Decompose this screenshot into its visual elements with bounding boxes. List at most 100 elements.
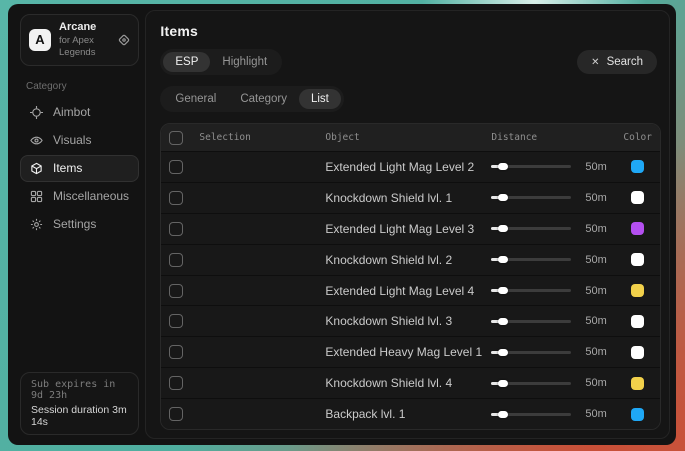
table-row: Extended Light Mag Level 2 50m	[161, 152, 660, 182]
column-header-color: Color	[623, 132, 652, 143]
distance-value: 50m	[585, 408, 623, 420]
diamond-pin-icon[interactable]	[118, 34, 130, 46]
row-checkbox[interactable]	[169, 160, 183, 174]
app-subtitle: for Apex Legends	[59, 35, 110, 59]
session-card: Sub expires in 9d 23h Session duration 3…	[20, 372, 139, 435]
tab-highlight[interactable]: Highlight	[210, 52, 279, 72]
row-checkbox[interactable]	[169, 314, 183, 328]
color-swatch[interactable]	[631, 377, 644, 390]
row-checkbox[interactable]	[169, 407, 183, 421]
crosshair-icon	[30, 106, 43, 119]
row-checkbox[interactable]	[169, 222, 183, 236]
slider-thumb[interactable]	[498, 380, 508, 387]
sidebar-item-label: Aimbot	[53, 105, 90, 119]
app-logo: A	[29, 29, 51, 51]
object-name: Knockdown Shield lvl. 4	[325, 376, 491, 390]
row-checkbox[interactable]	[169, 376, 183, 390]
logo-text: Arcane for Apex Legends	[59, 21, 110, 59]
distance-slider[interactable]	[491, 378, 571, 388]
distance-slider[interactable]	[491, 347, 571, 357]
toolbar: ESP Highlight ✕ Search	[160, 49, 661, 75]
sidebar-item-label: Miscellaneous	[53, 189, 129, 203]
distance-value: 50m	[585, 192, 623, 204]
distance-slider[interactable]	[491, 286, 571, 296]
view-tabs: General Category List	[160, 86, 344, 112]
sidebar: A Arcane for Apex Legends Category	[14, 10, 141, 439]
slider-thumb[interactable]	[498, 225, 508, 232]
sidebar-item-items[interactable]: Items	[20, 155, 139, 182]
distance-slider[interactable]	[491, 255, 571, 265]
slider-thumb[interactable]	[498, 411, 508, 418]
cube-icon	[30, 162, 43, 175]
color-swatch[interactable]	[631, 191, 644, 204]
sidebar-item-label: Visuals	[53, 133, 91, 147]
sidebar-item-aimbot[interactable]: Aimbot	[20, 99, 139, 126]
column-header-selection: Selection	[199, 132, 325, 143]
distance-value: 50m	[585, 161, 623, 173]
tab-general[interactable]: General	[163, 89, 228, 109]
table-row: Knockdown Shield lvl. 3 50m	[161, 305, 660, 336]
tab-category[interactable]: Category	[228, 89, 299, 109]
object-name: Extended Light Mag Level 2	[325, 160, 491, 174]
distance-value: 50m	[585, 377, 623, 389]
session-duration: Session duration 3m 14s	[31, 404, 128, 428]
sidebar-item-label: Settings	[53, 217, 96, 231]
gear-icon	[30, 218, 43, 231]
distance-value: 50m	[585, 254, 623, 266]
object-name: Backpack lvl. 1	[325, 407, 491, 421]
row-checkbox[interactable]	[169, 284, 183, 298]
object-name: Knockdown Shield lvl. 1	[325, 191, 491, 205]
color-swatch[interactable]	[631, 160, 644, 173]
distance-value: 50m	[585, 315, 623, 327]
distance-value: 50m	[585, 346, 623, 358]
sidebar-section-label: Category	[26, 81, 133, 92]
tab-esp[interactable]: ESP	[163, 52, 210, 72]
table-row: Knockdown Shield lvl. 4 50m	[161, 367, 660, 398]
distance-slider[interactable]	[491, 316, 571, 326]
color-swatch[interactable]	[631, 284, 644, 297]
table-row: Knockdown Shield lvl. 2 50m	[161, 244, 660, 275]
row-checkbox[interactable]	[169, 253, 183, 267]
distance-slider[interactable]	[491, 409, 571, 419]
object-name: Extended Heavy Mag Level 1	[325, 345, 491, 359]
color-swatch[interactable]	[631, 222, 644, 235]
table-row: Extended Light Mag Level 4 50m	[161, 275, 660, 306]
grid-icon	[30, 190, 43, 203]
slider-thumb[interactable]	[498, 256, 508, 263]
x-icon: ✕	[591, 57, 599, 68]
color-swatch[interactable]	[631, 315, 644, 328]
app-title: Arcane	[59, 21, 110, 35]
sidebar-item-settings[interactable]: Settings	[20, 211, 139, 238]
distance-value: 50m	[585, 285, 623, 297]
select-all-checkbox[interactable]	[169, 131, 183, 145]
row-checkbox[interactable]	[169, 345, 183, 359]
search-button[interactable]: ✕ Search	[577, 50, 657, 74]
color-swatch[interactable]	[631, 346, 644, 359]
distance-slider[interactable]	[491, 162, 571, 172]
search-button-label: Search	[607, 56, 643, 68]
distance-slider[interactable]	[491, 224, 571, 234]
table-row: Knockdown Shield lvl. 1 50m	[161, 182, 660, 213]
main-panel: Items ESP Highlight ✕ Search General Cat…	[145, 10, 670, 439]
slider-thumb[interactable]	[498, 194, 508, 201]
sidebar-item-miscellaneous[interactable]: Miscellaneous	[20, 183, 139, 210]
sidebar-item-visuals[interactable]: Visuals	[20, 127, 139, 154]
slider-thumb[interactable]	[498, 287, 508, 294]
object-name: Knockdown Shield lvl. 2	[325, 253, 491, 267]
table-row: Extended Light Mag Level 3 50m	[161, 213, 660, 244]
mode-tabs: ESP Highlight	[160, 49, 282, 75]
color-swatch[interactable]	[631, 253, 644, 266]
sidebar-item-label: Items	[53, 161, 82, 175]
color-swatch[interactable]	[631, 408, 644, 421]
distance-value: 50m	[585, 223, 623, 235]
table-row: Backpack lvl. 1 50m	[161, 398, 660, 429]
page-title: Items	[160, 23, 661, 39]
tab-list[interactable]: List	[299, 89, 341, 109]
slider-thumb[interactable]	[498, 318, 508, 325]
slider-thumb[interactable]	[498, 163, 508, 170]
logo-card: A Arcane for Apex Legends	[20, 14, 139, 66]
distance-slider[interactable]	[491, 193, 571, 203]
table-body: Extended Light Mag Level 2 50m Knockdown…	[161, 152, 660, 429]
slider-thumb[interactable]	[498, 349, 508, 356]
row-checkbox[interactable]	[169, 191, 183, 205]
